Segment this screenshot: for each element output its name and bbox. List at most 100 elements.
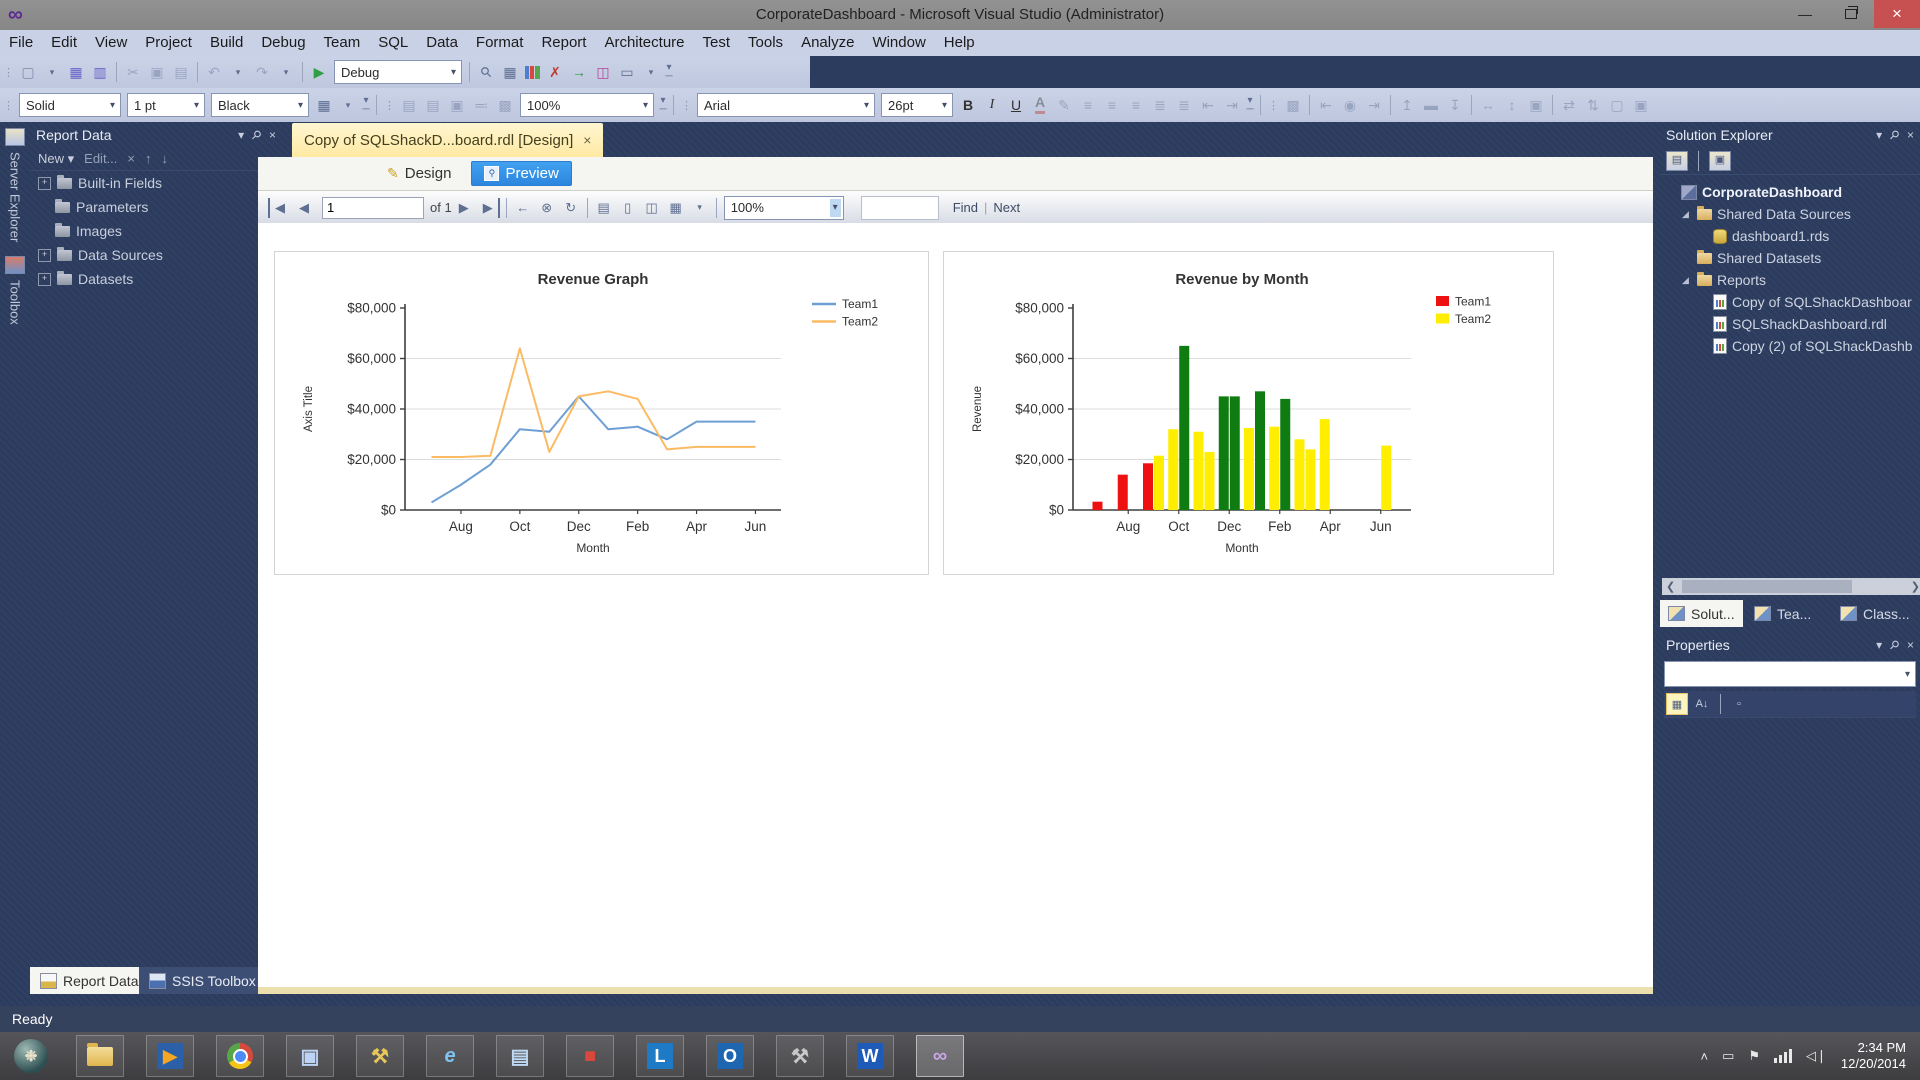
bring-front-icon[interactable]: ▢ bbox=[1606, 94, 1628, 116]
find-button[interactable]: Find bbox=[953, 200, 978, 215]
file-explorer-taskbar-icon[interactable] bbox=[76, 1035, 124, 1077]
tray-device-icon[interactable]: ▭ bbox=[1722, 1048, 1734, 1064]
toolbar-grip[interactable]: ⋮ bbox=[681, 99, 691, 112]
admin-tools-taskbar-icon[interactable]: ⚒ bbox=[776, 1035, 824, 1077]
align-rights-icon[interactable]: ⇥ bbox=[1363, 94, 1385, 116]
tab-preview[interactable]: ⚲ Preview bbox=[471, 161, 571, 186]
font-name-combobox[interactable]: Arial▾ bbox=[697, 93, 875, 117]
toolbox-icon[interactable] bbox=[5, 256, 25, 274]
debug-target-combobox[interactable]: Debug ▾ bbox=[334, 60, 462, 84]
menu-item-project[interactable]: Project bbox=[136, 30, 201, 56]
document-tab[interactable]: Copy of SQLShackD...board.rdl [Design] × bbox=[292, 123, 603, 157]
add-chart-icon[interactable] bbox=[525, 66, 540, 79]
menu-item-window[interactable]: Window bbox=[863, 30, 934, 56]
toolbar-overflow-icon[interactable]: ▾─ bbox=[663, 63, 675, 81]
cut-icon[interactable]: ✂ bbox=[122, 61, 144, 83]
expand-icon[interactable]: + bbox=[38, 249, 51, 262]
menu-item-format[interactable]: Format bbox=[467, 30, 533, 56]
redo-dropdown-icon[interactable]: ▾ bbox=[275, 61, 297, 83]
solution-item-reports[interactable]: ◢Reports bbox=[1660, 269, 1920, 291]
menu-item-data[interactable]: Data bbox=[417, 30, 467, 56]
align-tops-icon[interactable]: ↥ bbox=[1396, 94, 1418, 116]
property-pages-icon[interactable]: ▫ bbox=[1729, 694, 1749, 714]
toolbar-overflow-icon[interactable]: ▾─ bbox=[1244, 96, 1256, 114]
page-setup-icon[interactable]: ◫ bbox=[642, 198, 662, 218]
toolbox-taskbar-icon[interactable]: ■ bbox=[566, 1035, 614, 1077]
categorized-icon[interactable]: ▦ bbox=[1666, 693, 1688, 715]
solution-item-corporatedashboard[interactable]: CorporateDashboard bbox=[1660, 181, 1920, 203]
close-button[interactable]: × bbox=[1874, 0, 1920, 28]
delete-icon[interactable]: × bbox=[127, 151, 135, 166]
stop-icon[interactable]: ⊗ bbox=[537, 198, 557, 218]
tray-volume-icon[interactable]: ◁❘ bbox=[1806, 1048, 1827, 1064]
edit-button[interactable]: Edit... bbox=[84, 151, 117, 166]
taskbar-clock[interactable]: 2:34 PM 12/20/2014 bbox=[1841, 1040, 1906, 1072]
move-down-icon[interactable]: ↓ bbox=[162, 151, 169, 166]
pin-icon[interactable]: ⚲ bbox=[1887, 126, 1903, 142]
bold-icon[interactable]: B bbox=[957, 94, 979, 116]
same-size-icon[interactable]: ▣ bbox=[1525, 94, 1547, 116]
indent-icon[interactable]: ⇥ bbox=[1221, 94, 1243, 116]
sql-tools-taskbar-icon[interactable]: ⚒ bbox=[356, 1035, 404, 1077]
ruler-icon[interactable]: ▩ bbox=[494, 94, 516, 116]
menu-item-tools[interactable]: Tools bbox=[739, 30, 792, 56]
navigate-icon[interactable]: ⚲ bbox=[470, 56, 501, 87]
align-lefts-icon[interactable]: ⇤ bbox=[1315, 94, 1337, 116]
copy-icon[interactable]: ▣ bbox=[146, 61, 168, 83]
alphabetical-icon[interactable]: A↓ bbox=[1692, 694, 1712, 714]
toolbar-overflow-icon[interactable]: ▾─ bbox=[360, 96, 372, 114]
paste-icon[interactable]: ▤ bbox=[170, 61, 192, 83]
report-outline-icon[interactable]: ▤ bbox=[398, 94, 420, 116]
properties-window-icon[interactable]: ▦ bbox=[499, 61, 521, 83]
align-centers-icon[interactable]: ◉ bbox=[1339, 94, 1361, 116]
align-left-icon[interactable]: ≡ bbox=[1077, 94, 1099, 116]
italic-icon[interactable]: I bbox=[981, 94, 1003, 116]
move-up-icon[interactable]: ↑ bbox=[145, 151, 152, 166]
visual-studio-taskbar-icon[interactable]: ∞ bbox=[916, 1035, 964, 1077]
deploy-icon[interactable]: → bbox=[568, 61, 590, 83]
media-player-taskbar-icon[interactable]: ▶ bbox=[146, 1035, 194, 1077]
new-menu-button[interactable]: New ▾ bbox=[38, 151, 74, 167]
remote-desktop-taskbar-icon[interactable]: ▣ bbox=[286, 1035, 334, 1077]
numbered-list-icon[interactable]: ≣ bbox=[1149, 94, 1171, 116]
menu-item-help[interactable]: Help bbox=[935, 30, 984, 56]
zoom-combobox[interactable]: 100%▾ bbox=[520, 93, 654, 117]
page-number-input[interactable] bbox=[322, 197, 424, 219]
menu-item-team[interactable]: Team bbox=[315, 30, 370, 56]
find-input[interactable] bbox=[861, 196, 939, 220]
start-debug-icon[interactable]: ▶ bbox=[308, 61, 330, 83]
align-center-icon[interactable]: ≡ bbox=[1101, 94, 1123, 116]
prev-page-icon[interactable]: ◀ bbox=[294, 198, 314, 218]
bullet-list-icon[interactable]: ≣ bbox=[1173, 94, 1195, 116]
distribute-v-icon[interactable]: ⇅ bbox=[1582, 94, 1604, 116]
solution-item-sqlshackdashboard-rdl[interactable]: SQLShackDashboard.rdl bbox=[1660, 313, 1920, 335]
menu-item-file[interactable]: File bbox=[0, 30, 42, 56]
show-hidden-icons-chevron[interactable]: ˄ bbox=[1700, 1049, 1708, 1064]
window-position-icon[interactable]: ▾ bbox=[1876, 638, 1882, 652]
menu-item-analyze[interactable]: Analyze bbox=[792, 30, 863, 56]
command-dropdown-icon[interactable]: ▾ bbox=[640, 61, 662, 83]
restore-button[interactable] bbox=[1828, 0, 1874, 28]
expand-icon[interactable]: + bbox=[38, 273, 51, 286]
start-taskbar-icon[interactable]: ❉ bbox=[8, 1036, 54, 1076]
align-bottoms-icon[interactable]: ↧ bbox=[1444, 94, 1466, 116]
border-dropdown-icon[interactable]: ▾ bbox=[337, 94, 359, 116]
revenue-graph-chart[interactable]: $0$20,000$40,000$60,000$80,000AugOctDecF… bbox=[274, 251, 929, 575]
back-icon[interactable]: ← bbox=[513, 198, 533, 218]
report-data-item-built-in-fields[interactable]: +Built-in Fields bbox=[30, 171, 282, 195]
sync-active-document-icon[interactable]: ▣ bbox=[1709, 151, 1731, 171]
outlook-taskbar-icon[interactable]: O bbox=[706, 1035, 754, 1077]
menu-item-sql[interactable]: SQL bbox=[369, 30, 417, 56]
toolbar-grip[interactable]: ⋮ bbox=[3, 66, 13, 79]
minimize-button[interactable]: — bbox=[1782, 0, 1828, 28]
solution-item-shared-datasets[interactable]: Shared Datasets bbox=[1660, 247, 1920, 269]
report-data-item-data-sources[interactable]: +Data Sources bbox=[30, 243, 282, 267]
new-item-dropdown-icon[interactable]: ▾ bbox=[41, 61, 63, 83]
window-position-icon[interactable]: ▾ bbox=[1876, 128, 1882, 142]
solution-hscrollbar-thumb[interactable] bbox=[1682, 580, 1852, 593]
first-page-icon[interactable]: ◀ bbox=[268, 198, 290, 218]
customize-tools-icon[interactable]: ✗ bbox=[544, 61, 566, 83]
menu-item-test[interactable]: Test bbox=[694, 30, 740, 56]
window-position-icon[interactable]: ▾ bbox=[238, 128, 244, 142]
send-back-icon[interactable]: ▣ bbox=[1630, 94, 1652, 116]
